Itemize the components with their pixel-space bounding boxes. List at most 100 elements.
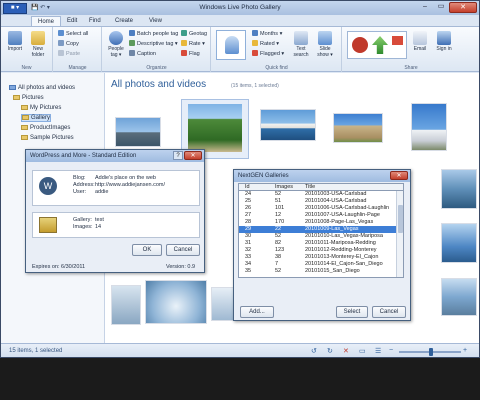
- tab-find[interactable]: Find: [83, 16, 107, 26]
- zoom-in-icon[interactable]: +: [463, 347, 467, 354]
- table-row[interactable]: 32 123 20101012-Redding-Monterey: [239, 247, 397, 254]
- people-filter-box[interactable]: [216, 30, 246, 60]
- nav-item-all-photos[interactable]: All photos and videos: [9, 85, 75, 91]
- table-row[interactable]: 30 52 20101010-Las_Vegas-Mariposa: [239, 233, 397, 240]
- tab-home[interactable]: Home: [31, 16, 62, 26]
- ok-button[interactable]: OK: [132, 244, 162, 256]
- cell-title: 20101015_San_Diego: [305, 268, 360, 274]
- cell-id: 31: [245, 240, 252, 246]
- table-row[interactable]: 25 51 20101004-USA-Carlsbad: [239, 198, 397, 205]
- nav-item-productimages[interactable]: ProductImages: [21, 125, 70, 131]
- months-filter[interactable]: Months ▾: [252, 30, 282, 39]
- dialog-title: NextGEN Galleries: [234, 170, 410, 182]
- cell-title: 20101003-USA-Carlsbad: [305, 191, 367, 197]
- table-scrollbar[interactable]: [396, 191, 403, 277]
- text-search-button[interactable]: Text search: [290, 31, 312, 58]
- copy-button[interactable]: Copy: [58, 40, 79, 49]
- folder-icon: [21, 125, 28, 130]
- calendar-icon: [252, 30, 258, 36]
- dialog-close-button[interactable]: ✕: [184, 151, 202, 160]
- folder-icon: [21, 135, 28, 140]
- folder-icon: [31, 31, 45, 45]
- caption-icon: [129, 50, 135, 56]
- opera-house-photo: [261, 110, 315, 140]
- select-all-button[interactable]: Select all: [58, 30, 88, 39]
- flag-button[interactable]: Flag: [181, 50, 200, 59]
- photo-thumbnail[interactable]: [145, 280, 207, 324]
- tab-edit[interactable]: Edit: [61, 16, 83, 26]
- rated-filter[interactable]: Rated ▾: [252, 40, 279, 49]
- descriptive-tag-button[interactable]: Descriptive tag ▾: [129, 40, 178, 49]
- paste-button[interactable]: Paste: [58, 50, 80, 59]
- nav-item-pictures[interactable]: Pictures: [13, 95, 44, 101]
- expires-text: Expires on: 6/30/2011: [32, 264, 86, 270]
- wordpress-icon[interactable]: [352, 37, 368, 53]
- nav-item-sample-pictures[interactable]: Sample Pictures: [21, 135, 74, 141]
- table-row[interactable]: 26 101 20101006-USA-Carlsbad-Laughlin: [239, 205, 397, 212]
- minimize-button[interactable]: –: [417, 2, 433, 13]
- rated-label: Rated ▾: [260, 41, 279, 47]
- gallery-info-panel: Gallery: test Images: 14: [32, 212, 200, 238]
- photo-gallery-window: ■ ▾ 💾 ↶ ▾ Windows Live Photo Gallery – ▭…: [0, 0, 480, 358]
- batch-people-tag-button[interactable]: Batch people tag: [129, 30, 178, 39]
- photo-thumbnail[interactable]: [333, 113, 383, 143]
- group-label-organize: Organize: [146, 65, 167, 71]
- cancel-button[interactable]: Cancel: [166, 244, 200, 256]
- close-button[interactable]: ✕: [449, 2, 477, 13]
- photo-thumbnail[interactable]: [441, 278, 477, 316]
- rotate-left-icon[interactable]: ↺: [311, 347, 317, 355]
- tab-view[interactable]: View: [143, 16, 168, 26]
- zoom-out-icon[interactable]: −: [389, 347, 393, 354]
- table-row[interactable]: 33 38 20101013-Monterey-El_Cajon: [239, 254, 397, 261]
- cell-images: 123: [275, 247, 285, 253]
- nav-item-gallery[interactable]: Gallery: [21, 114, 52, 122]
- publish-icon[interactable]: [392, 36, 403, 45]
- select-button[interactable]: Select: [336, 306, 368, 318]
- table-row[interactable]: 24 52 20101003-USA-Carlsbad: [239, 191, 397, 198]
- help-button[interactable]: ?: [173, 151, 183, 160]
- view-details-icon[interactable]: ☰: [375, 347, 381, 355]
- photo-thumbnail[interactable]: [260, 109, 316, 141]
- photo-thumbnail[interactable]: [115, 117, 161, 147]
- table-row[interactable]: 35 52 20101015_San_Diego: [239, 268, 397, 275]
- new-folder-button[interactable]: New folder: [27, 31, 49, 58]
- scroll-thumb[interactable]: [398, 205, 403, 233]
- cell-images: 52: [275, 191, 282, 197]
- zoom-slider[interactable]: [399, 348, 461, 356]
- cell-id: 30: [245, 233, 252, 239]
- slideshow-view-icon[interactable]: ▭: [359, 347, 366, 355]
- delete-icon[interactable]: ✕: [343, 347, 349, 355]
- geotag-button[interactable]: Geotag: [181, 30, 207, 39]
- rate-button[interactable]: Rate ▾: [181, 40, 205, 49]
- photo-thumbnail[interactable]: [441, 223, 477, 263]
- photo-thumbnail[interactable]: [111, 285, 141, 325]
- table-row[interactable]: 31 82 20101011-Mariposa-Redding: [239, 240, 397, 247]
- cell-title: 20101010-Las_Vegas-Mariposa: [305, 233, 383, 239]
- nav-item-my-pictures[interactable]: My Pictures: [21, 105, 61, 111]
- zoom-slider-knob[interactable]: [429, 348, 433, 356]
- dialog-close-button[interactable]: ✕: [390, 171, 408, 180]
- copy-label: Copy: [66, 41, 79, 47]
- sign-in-button[interactable]: Sign in: [433, 31, 455, 52]
- photo-thumbnail[interactable]: [411, 103, 447, 151]
- import-button[interactable]: Import: [4, 31, 26, 52]
- email-button[interactable]: Email: [409, 31, 431, 52]
- cancel-button[interactable]: Cancel: [372, 306, 406, 318]
- table-row[interactable]: 29 22 20101009-Las_Vegas: [239, 226, 397, 233]
- table-header: Id Images Title: [238, 183, 404, 190]
- rotate-right-icon[interactable]: ↻: [327, 347, 333, 355]
- tab-create[interactable]: Create: [109, 16, 139, 26]
- people-tag-button[interactable]: People tag ▾: [105, 31, 127, 58]
- maximize-button[interactable]: ▭: [433, 2, 449, 13]
- table-row[interactable]: 34 7 20101014-El_Cajon-San_Diego: [239, 261, 397, 268]
- caption-button[interactable]: Caption: [129, 50, 156, 59]
- flagged-filter[interactable]: Flagged ▾: [252, 50, 284, 59]
- table-row[interactable]: 27 12 20101007-USA-Laughlin-Page: [239, 212, 397, 219]
- table-row[interactable]: 28 170 20101008-Page-Las_Vegas: [239, 219, 397, 226]
- photo-thumbnail[interactable]: [441, 169, 477, 209]
- slide-show-button[interactable]: Slide show ▾: [314, 31, 336, 58]
- add-gallery-button[interactable]: Add...: [240, 306, 274, 318]
- upload-arrow-icon[interactable]: [372, 36, 388, 54]
- cell-id: 34: [245, 261, 252, 267]
- paste-icon: [58, 50, 64, 56]
